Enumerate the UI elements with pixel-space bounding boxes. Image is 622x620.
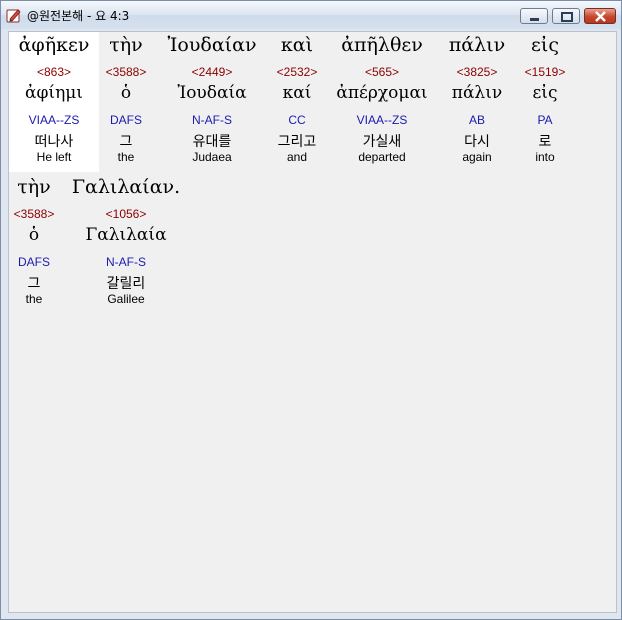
english-gloss: departed	[358, 150, 406, 164]
minimize-button[interactable]	[520, 8, 548, 24]
korean-gloss: 그	[119, 134, 133, 150]
strongs-number[interactable]: <3825>	[439, 65, 515, 79]
word-block[interactable]: ἀπῆλθεν <565> ἀπέρχομαι VIAA--ZS 가실새 dep…	[327, 32, 437, 172]
english-gloss: into	[535, 150, 555, 164]
minimize-icon	[530, 18, 539, 21]
english-gloss: the	[117, 150, 135, 164]
strongs-number[interactable]: <863>	[9, 65, 99, 79]
greek-word: τὴν	[109, 34, 143, 56]
parsing-code: N-AF-S	[106, 255, 146, 269]
parsing-code: CC	[288, 113, 306, 127]
word-block[interactable]: τὴν <3588> ὁ DAFS 그 the	[99, 32, 153, 172]
app-pencil-icon[interactable]	[6, 7, 22, 23]
korean-gloss: 떠나사	[34, 134, 74, 150]
close-button[interactable]	[584, 8, 616, 24]
greek-word: Γαλιλαίαν.	[71, 176, 181, 198]
strongs-number[interactable]: <1519>	[517, 65, 573, 79]
lemma: πάλιν	[451, 83, 503, 103]
korean-gloss: 로	[538, 134, 552, 150]
strongs-number[interactable]: <2449>	[157, 65, 267, 79]
greek-word: καὶ	[280, 34, 314, 56]
word-block[interactable]: πάλιν <3825> πάλιν AB 다시 again	[439, 32, 515, 172]
lemma: καί	[282, 83, 312, 103]
korean-gloss: 그	[27, 276, 41, 292]
parsing-code: PA	[537, 113, 553, 127]
lemma: εἰς	[532, 83, 558, 103]
word-block[interactable]: Ἰουδαίαν <2449> Ἰουδαία N-AF-S 유대를 Judae…	[157, 32, 267, 172]
window-title: @원전본해 - 요 4:3	[27, 9, 130, 23]
maximize-icon	[561, 12, 573, 22]
maximize-button[interactable]	[552, 8, 580, 24]
english-gloss: He left	[36, 150, 72, 164]
parsing-code: N-AF-S	[192, 113, 232, 127]
greek-word: πάλιν	[448, 34, 506, 56]
interlinear-panel[interactable]: ἀφῆκεν <863> ἀφίημι VIAA--ZS 떠나사 He left…	[8, 31, 617, 613]
greek-word: ἀπῆλθεν	[341, 34, 423, 56]
strongs-number[interactable]: <3588>	[9, 207, 59, 221]
english-gloss: Galilee	[107, 292, 145, 306]
word-block[interactable]: ἀφῆκεν <863> ἀφίημι VIAA--ZS 떠나사 He left	[9, 32, 99, 172]
english-gloss: and	[286, 150, 308, 164]
strongs-number[interactable]: <3588>	[99, 65, 153, 79]
word-block[interactable]: τὴν <3588> ὁ DAFS 그 the	[9, 174, 59, 314]
korean-gloss: 그리고	[277, 134, 317, 150]
korean-gloss: 가실새	[362, 134, 402, 150]
word-block[interactable]: Γαλιλαίαν. <1056> Γαλιλαία N-AF-S 갈릴리 Ga…	[67, 174, 185, 314]
korean-gloss: 다시	[464, 134, 490, 150]
strongs-number[interactable]: <1056>	[67, 207, 185, 221]
word-block[interactable]: εἰς <1519> εἰς PA 로 into	[517, 32, 573, 172]
lemma: Ἰουδαία	[177, 83, 247, 103]
close-icon	[595, 11, 606, 22]
parsing-code: DAFS	[109, 113, 142, 127]
korean-gloss: 갈릴리	[106, 276, 146, 292]
english-gloss: Judaea	[192, 150, 232, 164]
greek-word: ἀφῆκεν	[18, 34, 90, 56]
parsing-code: VIAA--ZS	[28, 113, 80, 127]
greek-word: τὴν	[17, 176, 51, 198]
lemma: ὁ	[28, 225, 40, 245]
lemma: ὁ	[120, 83, 132, 103]
strongs-number[interactable]: <2532>	[267, 65, 327, 79]
title-bar[interactable]: @원전본해 - 요 4:3	[1, 1, 621, 29]
greek-word: Ἰουδαίαν	[167, 34, 257, 56]
english-gloss: the	[25, 292, 43, 306]
lemma: Γαλιλαία	[85, 225, 167, 245]
parsing-code: VIAA--ZS	[356, 113, 408, 127]
lemma: ἀφίημι	[25, 83, 83, 103]
parsing-code: DAFS	[17, 255, 50, 269]
parsing-code: AB	[468, 113, 485, 127]
korean-gloss: 유대를	[192, 134, 232, 150]
english-gloss: again	[462, 150, 492, 164]
strongs-number[interactable]: <565>	[327, 65, 437, 79]
greek-word: εἰς	[531, 34, 559, 56]
word-block[interactable]: καὶ <2532> καί CC 그리고 and	[267, 32, 327, 172]
app-window: @원전본해 - 요 4:3 ἀφῆκεν <863> ἀφίημι VIAA--…	[0, 0, 622, 620]
lemma: ἀπέρχομαι	[336, 83, 428, 103]
